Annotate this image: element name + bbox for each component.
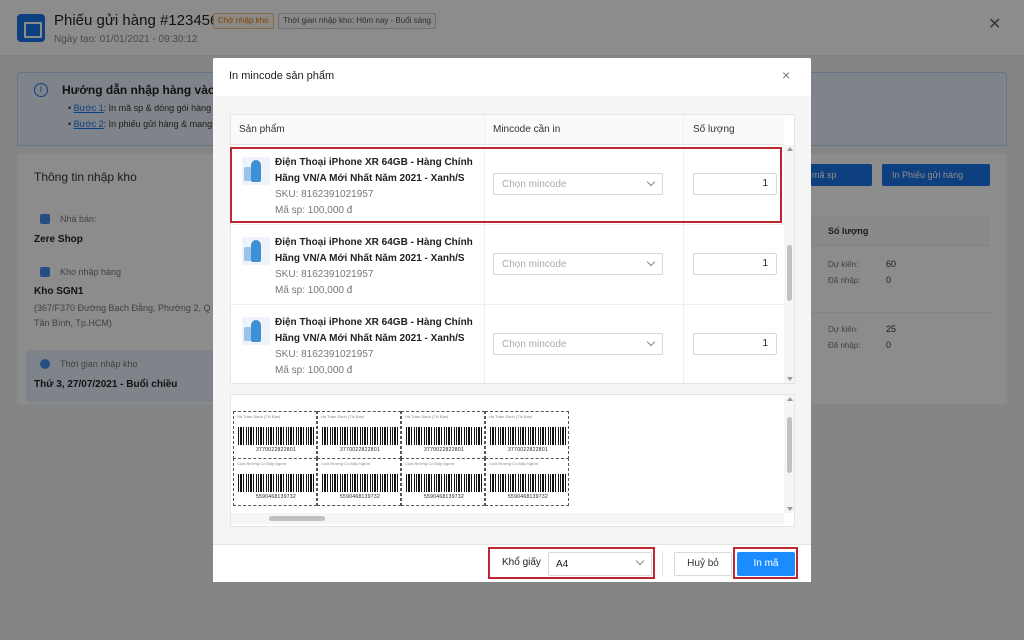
label-shop: Cuối Đường Có Mấy Người xyxy=(489,461,539,466)
chevron-down-icon xyxy=(646,257,656,267)
barcode-icon xyxy=(238,474,314,492)
barcode-icon xyxy=(490,427,566,445)
barcode-number: 3770022822801 xyxy=(423,447,465,453)
barcode-number: 5590468139732 xyxy=(423,494,465,500)
mincode-select[interactable]: Chọn mincode xyxy=(493,253,663,275)
table-row: Điện Thoại iPhone XR 64GB - Hàng Chính H… xyxy=(231,225,784,305)
print-mincode-modal: In mincode sản phẩm × Sản phẩm Mincode c… xyxy=(213,58,811,582)
cancel-button[interactable]: Huỷ bỏ xyxy=(674,552,732,576)
barcode-preview: Hà Trâm Sành (Tôi Bán) 3770022822801 Hà T… xyxy=(230,394,795,527)
barcode-number: 3770022822801 xyxy=(255,447,297,453)
highlight-print-button xyxy=(733,547,798,579)
modal-title: In mincode sản phẩm xyxy=(229,70,335,82)
product-thumbnail xyxy=(242,237,270,265)
highlight-paper-size xyxy=(488,547,655,579)
close-icon[interactable]: × xyxy=(782,67,790,83)
chevron-down-icon xyxy=(646,337,656,347)
scrollbar-thumb[interactable] xyxy=(787,417,792,473)
quantity-input[interactable]: 1 xyxy=(693,333,777,355)
label-shop: Hà Trâm Sành (Tôi Bán) xyxy=(321,414,365,419)
product-sku: SKU: 8162391021957 xyxy=(275,269,374,280)
barcode-label: Hà Trâm Sành (Tôi Bán) 3770022822801 xyxy=(317,411,401,459)
barcode-number: 5590468139732 xyxy=(507,494,549,500)
label-shop: Hà Trâm Sành (Tôi Bán) xyxy=(405,414,449,419)
footer-divider xyxy=(662,551,663,577)
table-row: Điện Thoại iPhone XR 64GB - Hàng Chính H… xyxy=(231,305,784,383)
mincode-placeholder: Chọn mincode xyxy=(502,339,567,350)
scroll-down-icon[interactable] xyxy=(787,377,793,381)
barcode-label: Hà Trâm Sành (Tôi Bán) 3770022822801 xyxy=(485,411,569,459)
barcode-icon xyxy=(490,474,566,492)
table-scrollbar[interactable] xyxy=(784,145,794,383)
product-name: Điện Thoại iPhone XR 64GB - Hàng Chính H… xyxy=(275,237,473,264)
barcode-label: Hà Trâm Sành (Tôi Bán) 3770022822801 xyxy=(233,411,317,459)
scroll-up-icon[interactable] xyxy=(787,397,793,401)
product-price: Mã sp: 100,000 đ xyxy=(275,285,353,296)
column-product: Sản phẩm xyxy=(239,124,285,135)
barcode-icon xyxy=(406,427,482,445)
scroll-down-icon[interactable] xyxy=(787,507,793,511)
barcode-label: Cuối Đường Có Mấy Người 5590468139732 xyxy=(485,458,569,506)
preview-vertical-scrollbar[interactable] xyxy=(784,395,794,513)
barcode-label: Cuối Đường Có Mấy Người 5590468139732 xyxy=(401,458,485,506)
barcode-number: 5590468139732 xyxy=(339,494,381,500)
mincode-select[interactable]: Chọn mincode xyxy=(493,333,663,355)
barcode-icon xyxy=(406,474,482,492)
label-shop: Cuối Đường Có Mấy Người xyxy=(405,461,455,466)
barcode-number: 3770022822801 xyxy=(339,447,381,453)
label-shop: Cuối Đường Có Mấy Người xyxy=(237,461,287,466)
scroll-up-icon[interactable] xyxy=(787,147,793,151)
barcode-icon xyxy=(238,427,314,445)
barcode-number: 3770022822801 xyxy=(507,447,549,453)
scrollbar-thumb[interactable] xyxy=(269,516,325,521)
quantity-input[interactable]: 1 xyxy=(693,253,777,275)
product-price: Mã sp: 100,000 đ xyxy=(275,365,353,376)
barcode-number: 5590468139732 xyxy=(255,494,297,500)
scrollbar-thumb[interactable] xyxy=(787,245,792,301)
label-shop: Hà Trâm Sành (Tôi Bán) xyxy=(489,414,533,419)
label-shop: Hà Trâm Sành (Tôi Bán) xyxy=(237,414,281,419)
column-qty: Số lượng xyxy=(693,124,735,135)
product-sku: SKU: 8162391021957 xyxy=(275,349,374,360)
barcode-icon xyxy=(322,474,398,492)
label-shop: Cuối Đường Có Mấy Người xyxy=(321,461,371,466)
table-header: Sản phẩm Mincode cần in Số lượng xyxy=(231,115,784,145)
product-thumbnail xyxy=(242,317,270,345)
barcode-icon xyxy=(322,427,398,445)
mincode-placeholder: Chọn mincode xyxy=(502,259,567,270)
barcode-label: Hà Trâm Sành (Tôi Bán) 3770022822801 xyxy=(401,411,485,459)
barcode-label: Cuối Đường Có Mấy Người 5590468139732 xyxy=(317,458,401,506)
product-name: Điện Thoại iPhone XR 64GB - Hàng Chính H… xyxy=(275,317,473,344)
column-mincode: Mincode cần in xyxy=(493,124,561,135)
preview-horizontal-scrollbar[interactable] xyxy=(231,513,784,524)
barcode-label: Cuối Đường Có Mấy Người 5590468139732 xyxy=(233,458,317,506)
highlight-first-row xyxy=(230,147,782,223)
